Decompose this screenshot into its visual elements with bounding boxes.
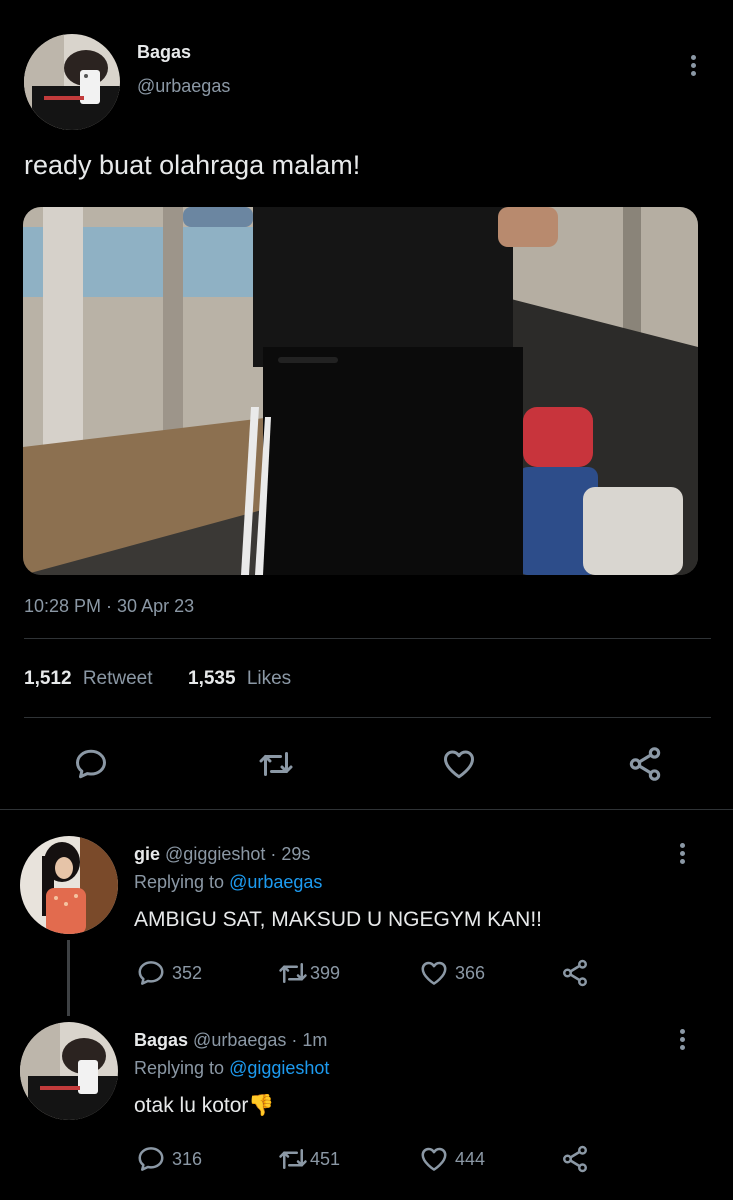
retweet-count: 451 [310, 1148, 341, 1169]
retweets-count: 1,512 [24, 668, 72, 689]
reply-icon [136, 958, 166, 988]
retweets-stat[interactable]: 1,512 Retweet [24, 668, 153, 690]
tweet-text: ready buat olahraga malam! [24, 150, 361, 180]
reply-avatar[interactable] [20, 836, 118, 934]
share-icon[interactable] [624, 743, 666, 785]
reply-time[interactable]: · 29s [265, 844, 310, 864]
reply-icon [136, 1144, 166, 1174]
more-options-icon[interactable] [679, 843, 685, 864]
more-options-icon[interactable] [679, 1029, 685, 1050]
divider [24, 717, 711, 718]
replying-to-label: Replying to [134, 872, 225, 892]
tweet-timestamp[interactable]: 10:28 PM · 30 Apr 23 [24, 596, 194, 617]
retweet-icon[interactable] [253, 743, 299, 785]
reply-text: AMBIGU SAT, MAKSUD U NGEGYM KAN!! [134, 908, 543, 931]
reply-button[interactable]: 316 [136, 1144, 202, 1174]
author-handle[interactable]: @urbaegas [137, 76, 230, 97]
like-icon[interactable] [438, 743, 480, 785]
likes-count: 1,535 [188, 668, 236, 689]
author-name[interactable]: Bagas [137, 42, 191, 63]
share-icon[interactable] [560, 958, 590, 988]
like-count: 366 [455, 962, 486, 983]
share-icon[interactable] [560, 1144, 590, 1174]
reply-count: 316 [172, 1148, 203, 1169]
thumbs-down-emoji: 👎 [248, 1094, 275, 1117]
reply-author-name[interactable]: gie [134, 844, 160, 864]
retweet-button[interactable]: 399 [276, 958, 340, 988]
like-button[interactable]: 366 [419, 958, 485, 988]
retweet-count: 399 [310, 962, 341, 983]
retweet-icon [276, 1144, 310, 1174]
replying-to: Replying to @urbaegas [134, 872, 322, 893]
reply-header: Bagas @urbaegas · 1m [134, 1030, 327, 1051]
author-avatar[interactable] [24, 34, 120, 130]
reply-header: gie @giggieshot · 29s [134, 844, 310, 865]
reply-text-body: otak lu kotor [134, 1094, 249, 1117]
reply-count: 352 [172, 962, 203, 983]
more-options-icon[interactable] [690, 55, 696, 76]
like-count: 444 [455, 1148, 486, 1169]
reply-author-handle[interactable]: @giggieshot [165, 844, 265, 864]
reply-text: otak lu kotor👎 [134, 1094, 275, 1118]
tweet-media-photo[interactable] [23, 207, 698, 575]
retweet-icon [276, 958, 310, 988]
retweets-label: Retweet [82, 668, 153, 689]
replying-to: Replying to @giggieshot [134, 1058, 329, 1079]
like-button[interactable]: 444 [419, 1144, 485, 1174]
reply-avatar[interactable] [20, 1022, 118, 1120]
retweet-button[interactable]: 451 [276, 1144, 340, 1174]
reply-icon[interactable] [70, 743, 112, 785]
likes-stat[interactable]: 1,535 Likes [188, 668, 291, 690]
replying-to-handle[interactable]: @urbaegas [229, 872, 322, 892]
divider [0, 809, 733, 810]
replying-to-handle[interactable]: @giggieshot [229, 1058, 329, 1078]
reply-button[interactable]: 352 [136, 958, 202, 988]
likes-label: Likes [246, 668, 292, 689]
reply-author-name[interactable]: Bagas [134, 1030, 188, 1050]
thread-line [67, 940, 70, 1016]
reply-time[interactable]: · 1m [286, 1030, 327, 1050]
divider [24, 638, 711, 639]
reply-author-handle[interactable]: @urbaegas [193, 1030, 286, 1050]
like-icon [419, 958, 449, 988]
like-icon [419, 1144, 449, 1174]
replying-to-label: Replying to [134, 1058, 225, 1078]
